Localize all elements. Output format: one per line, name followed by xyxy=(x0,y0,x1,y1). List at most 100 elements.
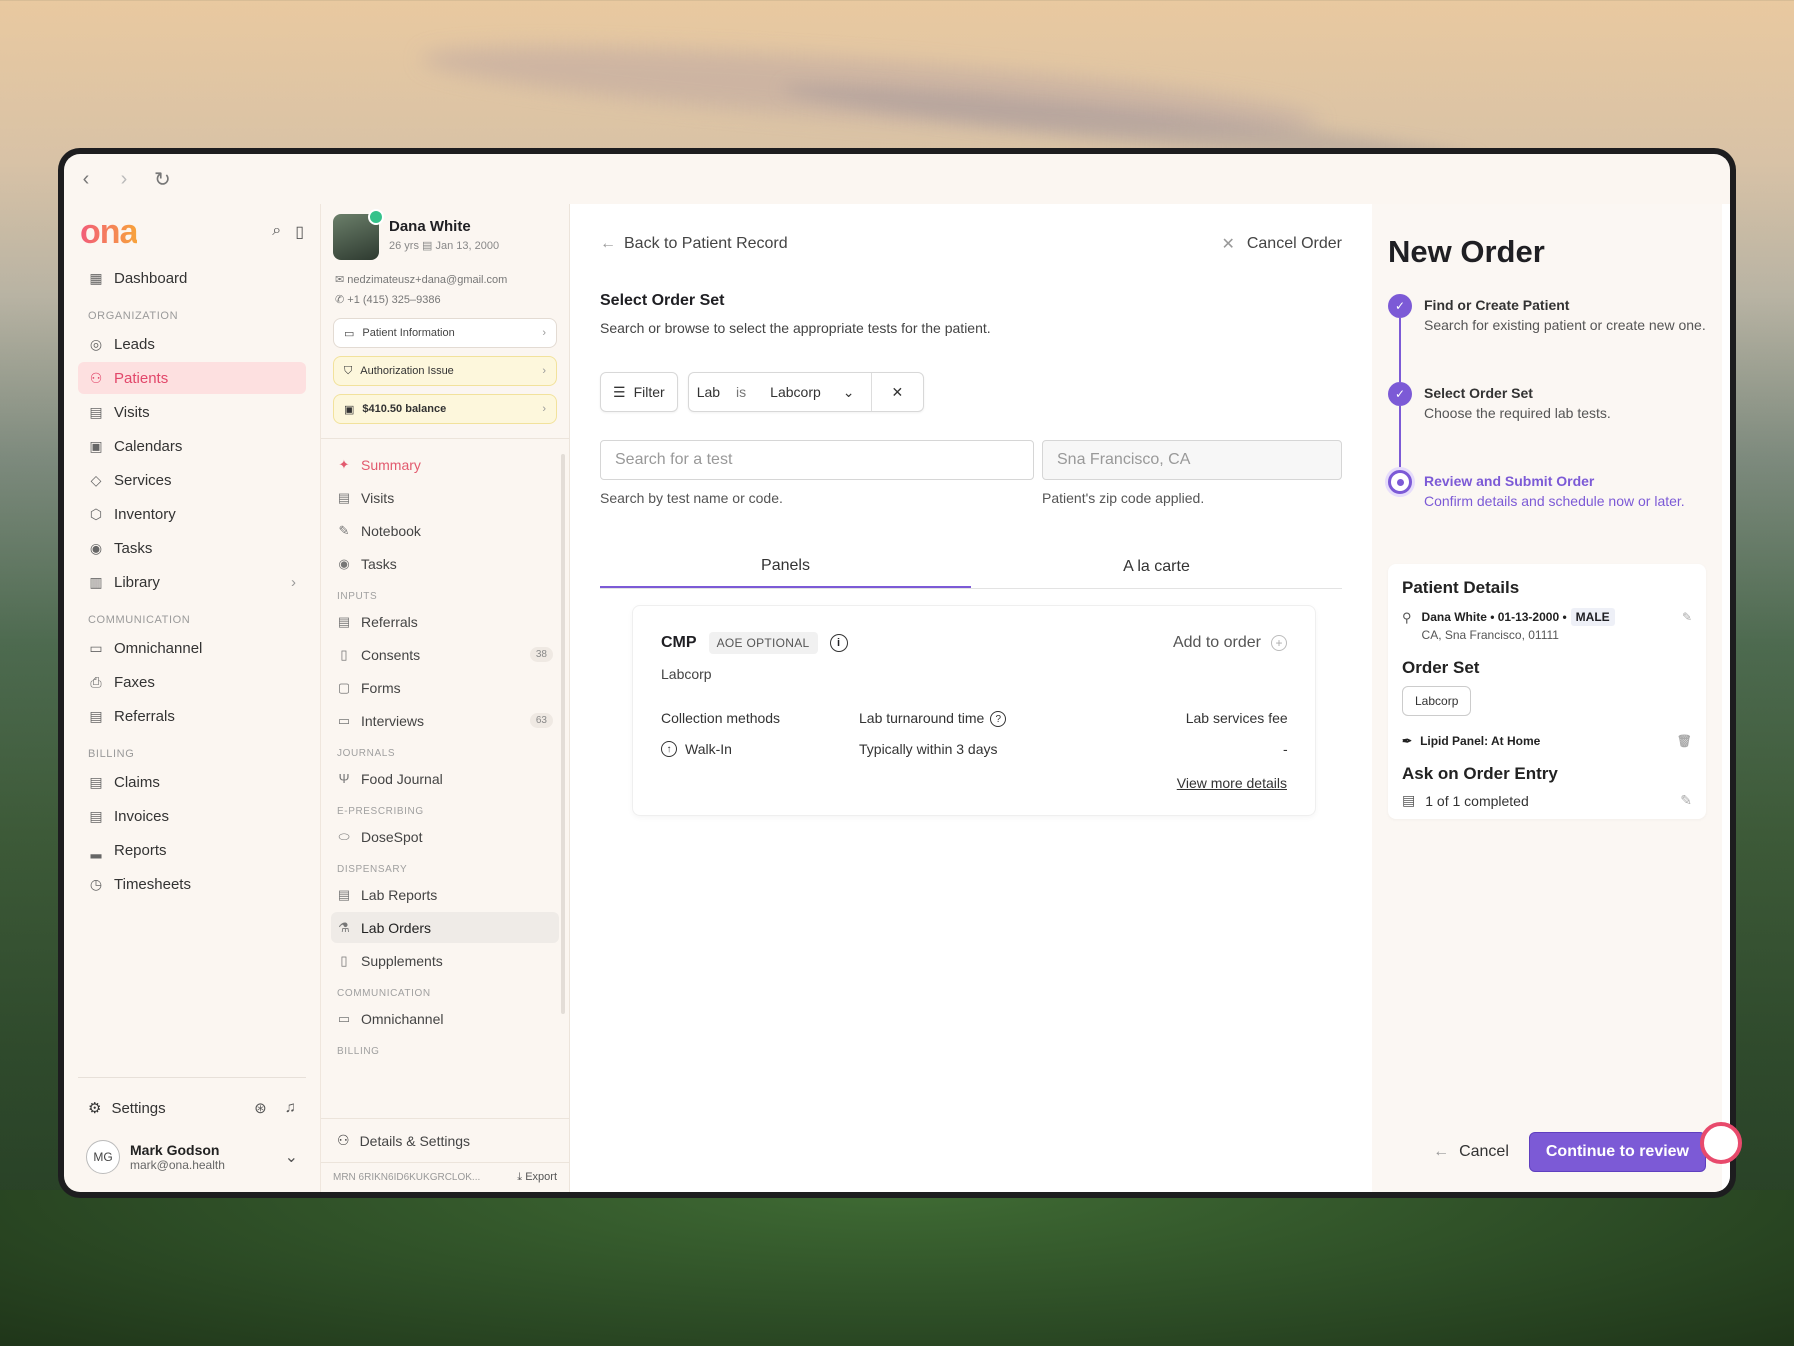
sidebar-item-omnichannel[interactable]: ▭ Omnichannel xyxy=(78,632,306,664)
app-window: ‹ › ↻ ona ⌕ ▯ ▦ Dashboard ORGANIZATION ◎… xyxy=(64,154,1730,1192)
back-to-record-link[interactable]: ← Back to Patient Record xyxy=(600,235,788,253)
filter-button[interactable]: ☰ Filter xyxy=(600,372,678,412)
close-icon: ✕ xyxy=(1221,236,1235,253)
sidebar-item-faxes[interactable]: ⎙ Faxes xyxy=(78,666,306,698)
back-nav-icon[interactable]: ‹ xyxy=(78,168,94,191)
doc-icon: ▤ xyxy=(89,773,103,790)
target-icon: ◎ xyxy=(89,335,103,352)
support-fab-icon[interactable] xyxy=(1700,1122,1742,1164)
close-icon: ✕ xyxy=(891,383,904,400)
mail-icon: ✉ xyxy=(335,274,345,286)
patient-nav-notebook[interactable]: ✎ Notebook xyxy=(331,515,559,546)
patient-nav-lab-reports[interactable]: ▤ Lab Reports xyxy=(331,879,559,910)
continue-to-review-button[interactable]: Continue to review xyxy=(1528,1132,1706,1172)
bell-icon[interactable]: ♫ xyxy=(285,1099,296,1117)
reload-icon[interactable]: ↻ xyxy=(154,167,171,192)
sidebar-item-visits[interactable]: ▤ Visits xyxy=(78,396,306,428)
wallet-icon: ▣ xyxy=(344,403,355,416)
patient-details-heading: Patient Details xyxy=(1402,578,1520,597)
edit-icon[interactable]: ✎ xyxy=(1682,610,1692,642)
patient-nav-lab-orders[interactable]: ⚗ Lab Orders xyxy=(331,912,559,943)
settings-link[interactable]: Settings xyxy=(111,1100,165,1117)
patient-nav-consents[interactable]: ▯ Consents 38 xyxy=(331,639,559,670)
syringe-icon: ✒ xyxy=(1402,734,1413,748)
patient-info-card[interactable]: ▭ Patient Information › xyxy=(333,318,557,348)
order-set-main: ← Back to Patient Record ✕ Cancel Order … xyxy=(570,204,1372,1192)
chevron-down-icon[interactable]: ⌄ xyxy=(285,1147,298,1167)
sidebar-item-timesheets[interactable]: ◷ Timesheets xyxy=(78,868,306,900)
patient-nav-interviews[interactable]: ▭ Interviews 63 xyxy=(331,705,559,736)
main-sidebar: ona ⌕ ▯ ▦ Dashboard ORGANIZATION ◎ Leads … xyxy=(64,204,320,1192)
avatar: MG xyxy=(86,1140,120,1174)
chip-value-select[interactable]: Labcorp ⌄ xyxy=(754,384,870,401)
arrow-left-icon: ← xyxy=(1433,1143,1450,1160)
sidebar-item-claims[interactable]: ▤ Claims xyxy=(78,766,306,798)
filter-icon: ☰ xyxy=(613,383,626,400)
balance-card[interactable]: ▣ $410.50 balance › xyxy=(333,394,557,424)
scrollbar[interactable] xyxy=(561,454,565,1014)
remove-filter-button[interactable]: ✕ xyxy=(870,373,924,411)
sidebar-item-calendars[interactable]: ▣ Calendars xyxy=(78,430,306,462)
patient-nav-summary[interactable]: ✦ Summary xyxy=(331,449,559,480)
add-to-order-button[interactable]: Add to order + xyxy=(1173,634,1287,652)
help-icon[interactable]: ⊛ xyxy=(254,1099,267,1117)
bottle-icon: ▯ xyxy=(340,952,348,968)
view-more-details-link[interactable]: View more details xyxy=(661,775,1287,791)
patient-nav-food-journal[interactable]: Ψ Food Journal xyxy=(331,763,559,794)
step-connector xyxy=(1399,318,1401,382)
sidebar-item-invoices[interactable]: ▤ Invoices xyxy=(78,800,306,832)
sidebar-toggle-icon[interactable]: ▯ xyxy=(295,222,304,242)
edit-icon[interactable]: ✎ xyxy=(1680,792,1692,809)
id-card-icon: ▭ xyxy=(344,327,355,340)
section-label: JOURNALS xyxy=(337,748,396,759)
patient-nav-tasks[interactable]: ◉ Tasks xyxy=(331,548,559,579)
sidebar-item-patients[interactable]: ⚇ Patients xyxy=(78,362,306,394)
chevron-right-icon: › xyxy=(291,573,296,591)
location-field[interactable]: Sna Francisco, CA xyxy=(1042,440,1342,480)
search-icon[interactable]: ⌕ xyxy=(272,222,281,242)
calendar-icon: ▤ xyxy=(337,489,351,505)
form-icon: ▢ xyxy=(337,679,351,695)
test-search-input[interactable]: Search for a test xyxy=(600,440,1034,480)
patient-nav-supplements[interactable]: ▯ Supplements xyxy=(331,945,559,976)
calendar-icon: ▤ xyxy=(422,240,433,252)
check-circle-icon: ◉ xyxy=(89,539,103,556)
user-gear-icon: ⚇ xyxy=(337,1132,350,1148)
details-settings-link[interactable]: ⚇ Details & Settings xyxy=(321,1118,569,1162)
tab-panels[interactable]: Panels xyxy=(600,546,971,588)
new-order-title: New Order xyxy=(1388,234,1545,269)
sidebar-item-dashboard[interactable]: ▦ Dashboard xyxy=(78,262,306,294)
cancel-order-button[interactable]: ✕ Cancel Order xyxy=(1221,234,1342,254)
cancel-button[interactable]: ← Cancel xyxy=(1433,1143,1509,1161)
chevron-right-icon: › xyxy=(542,327,546,339)
sidebar-item-inventory[interactable]: ⬡ Inventory xyxy=(78,498,306,530)
sidebar-item-services[interactable]: ◇ Services xyxy=(78,464,306,496)
sidebar-item-tasks[interactable]: ◉ Tasks xyxy=(78,532,306,564)
patient-nav-forms[interactable]: ▢ Forms xyxy=(331,672,559,703)
export-button[interactable]: ⤓ Export xyxy=(517,1171,557,1184)
arrow-left-icon: ← xyxy=(600,235,616,252)
file-icon: ▯ xyxy=(340,646,348,662)
sidebar-item-leads[interactable]: ◎ Leads xyxy=(78,328,306,360)
authorization-issue-card[interactable]: ⛉ Authorization Issue › xyxy=(333,356,557,386)
forward-nav-icon[interactable]: › xyxy=(116,168,132,191)
info-icon[interactable]: i xyxy=(829,634,848,652)
patient-nav-omnichannel[interactable]: ▭ Omnichannel xyxy=(331,1003,559,1034)
help-icon[interactable]: ? xyxy=(990,711,1007,728)
trash-icon[interactable]: 🗑 xyxy=(1677,734,1692,748)
patient-nav-visits[interactable]: ▤ Visits xyxy=(331,482,559,513)
sidebar-item-reports[interactable]: ▂ Reports xyxy=(78,834,306,866)
download-icon: ⤓ xyxy=(517,1171,523,1183)
pill-icon: ⬭ xyxy=(338,828,350,844)
sidebar-item-referrals[interactable]: ▤ Referrals xyxy=(78,700,306,732)
sidebar-item-library[interactable]: ▥ Library › xyxy=(78,566,306,598)
box-icon: ⬡ xyxy=(89,505,103,522)
tab-a-la-carte[interactable]: A la carte xyxy=(971,546,1342,588)
doc-icon: ▤ xyxy=(89,807,103,824)
patient-nav-dosespot[interactable]: ⬭ DoseSpot xyxy=(331,821,559,852)
patient-nav-referrals[interactable]: ▤ Referrals xyxy=(331,606,559,637)
chevron-right-icon: › xyxy=(542,403,546,415)
user-menu[interactable]: MG Mark Godson mark@ona.health ⌄ xyxy=(78,1140,306,1174)
order-footer: ← Cancel Continue to review xyxy=(1372,1132,1722,1172)
lab-tag: Labcorp xyxy=(1402,686,1472,716)
